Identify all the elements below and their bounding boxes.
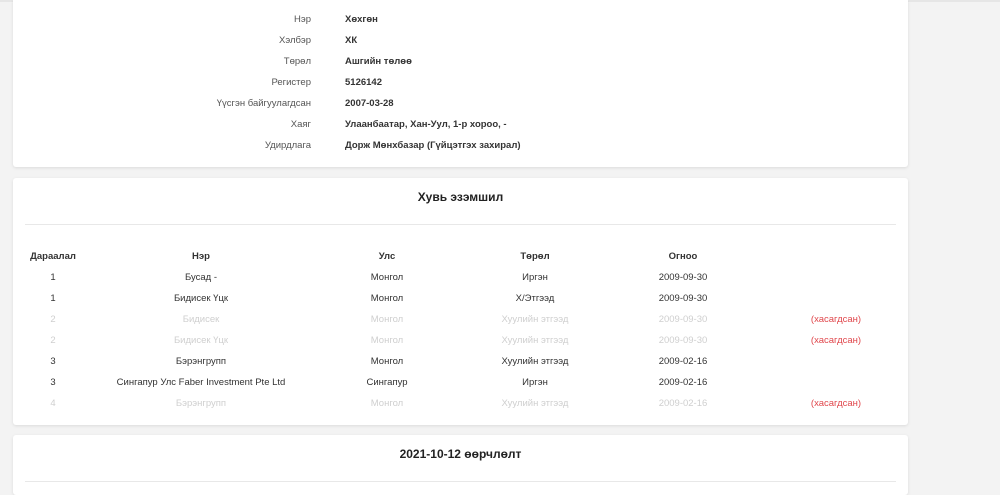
- info-label: Үүсгэн байгуулагдсан: [216, 98, 311, 109]
- info-label: Хаяг: [290, 119, 311, 130]
- removed-status-label: (хасагдсан): [810, 314, 862, 325]
- cell-order: 2: [50, 335, 56, 346]
- info-value: 5126142: [345, 77, 382, 88]
- cell-name: Бидисек Үцк: [173, 293, 229, 304]
- divider: [25, 481, 896, 482]
- cell-order: 3: [50, 356, 56, 367]
- cell-name: Бэрэнгрупп: [175, 398, 227, 409]
- cell-order: 1: [50, 293, 56, 304]
- header-country: Улс: [378, 251, 396, 262]
- cell-order: 2: [50, 314, 56, 325]
- info-row-form: Хэлбэр ХК: [13, 35, 908, 51]
- cell-date: 2009-09-30: [658, 335, 708, 346]
- cell-name: Бидисек Үцк: [173, 335, 229, 346]
- info-row-founded: Үүсгэн байгуулагдсан 2007-03-28: [13, 98, 908, 114]
- cell-date: 2009-02-16: [658, 377, 708, 388]
- cell-date: 2009-02-16: [658, 398, 708, 409]
- info-label: Нэр: [294, 14, 311, 25]
- ownership-title: Хувь эзэмшил: [417, 190, 504, 204]
- cell-date: 2009-09-30: [658, 272, 708, 283]
- removed-status-label: (хасагдсан): [810, 335, 862, 346]
- info-row-management: Удирдлага Дорж Мөнхбазар (Гүйцэтгэх захи…: [13, 140, 908, 156]
- info-label: Хэлбэр: [279, 35, 311, 46]
- company-info-card: Нэр Хөхгөн Хэлбэр ХК Төрөл Ашгийн төлөө …: [13, 0, 908, 167]
- cell-order: 4: [50, 398, 56, 409]
- cell-type: Хуулийн этгээд: [501, 356, 569, 367]
- info-row-register: Регистер 5126142: [13, 77, 908, 93]
- cell-name: Бусад -: [184, 272, 218, 283]
- header-order: Дараалал: [30, 251, 76, 262]
- info-label: Төрөл: [283, 56, 311, 67]
- cell-country: Монгол: [370, 335, 404, 346]
- header-name: Нэр: [192, 251, 210, 262]
- cell-date: 2009-02-16: [658, 356, 708, 367]
- info-row-name: Нэр Хөхгөн: [13, 14, 908, 30]
- change-card: 2021-10-12 өөрчлөлт: [13, 435, 908, 495]
- change-title: 2021-10-12 өөрчлөлт: [399, 447, 522, 461]
- cell-name: Сингапур Улс Faber Investment Pte Ltd: [116, 377, 286, 388]
- info-row-type: Төрөл Ашгийн төлөө: [13, 56, 908, 72]
- cell-country: Монгол: [370, 356, 404, 367]
- info-label: Регистер: [271, 77, 311, 88]
- info-value: ХК: [345, 35, 358, 46]
- info-value: Хөхгөн: [345, 14, 378, 25]
- info-value: Дорж Мөнхбазар (Гүйцэтгэх захирал): [345, 140, 521, 151]
- cell-type: Иргэн: [522, 272, 548, 283]
- cell-order: 3: [50, 377, 56, 388]
- info-value: Ашгийн төлөө: [345, 56, 412, 67]
- info-value: 2007-03-28: [345, 98, 394, 109]
- header-type: Төрөл: [520, 251, 550, 262]
- cell-type: Иргэн: [522, 377, 548, 388]
- ownership-card: Хувь эзэмшил Дараалал Нэр Улс Төрөл Огно…: [13, 178, 908, 425]
- info-row-address: Хаяг Улаанбаатар, Хан-Уул, 1-р хороо, -: [13, 119, 908, 135]
- info-value: Улаанбаатар, Хан-Уул, 1-р хороо, -: [345, 119, 507, 130]
- info-label: Удирдлага: [264, 140, 311, 151]
- cell-type: Хуулийн этгээд: [501, 335, 569, 346]
- cell-country: Монгол: [370, 398, 404, 409]
- cell-date: 2009-09-30: [658, 293, 708, 304]
- cell-type: Хуулийн этгээд: [501, 398, 569, 409]
- cell-type: Хуулийн этгээд: [501, 314, 569, 325]
- cell-order: 1: [50, 272, 56, 283]
- removed-status-label: (хасагдсан): [810, 398, 862, 409]
- divider: [25, 224, 896, 225]
- cell-name: Бидисек: [182, 314, 220, 325]
- cell-country: Сингапур: [366, 377, 408, 388]
- cell-date: 2009-09-30: [658, 314, 708, 325]
- cell-country: Монгол: [370, 272, 404, 283]
- cell-country: Монгол: [370, 314, 404, 325]
- cell-country: Монгол: [370, 293, 404, 304]
- cell-name: Бэрэнгрупп: [175, 356, 227, 367]
- header-date: Огноо: [668, 251, 698, 262]
- cell-type: Х/Этгээд: [515, 293, 555, 304]
